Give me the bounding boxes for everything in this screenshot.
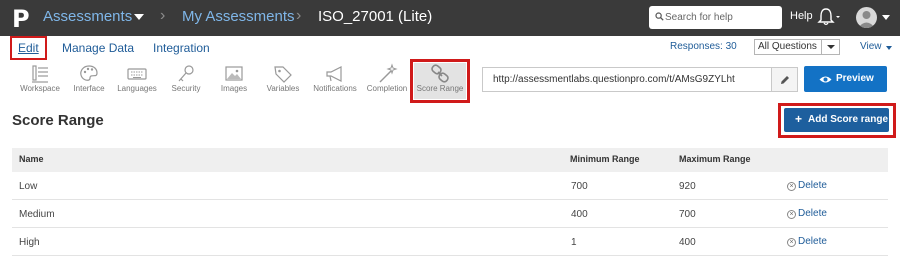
app-logo[interactable]: P [12,5,30,33]
toolbar-images[interactable]: Images [216,60,252,102]
delete-label: Delete [798,180,827,191]
table-header: Name Minimum Range Maximum Range [12,148,888,172]
delete-button[interactable]: × Delete [787,236,827,247]
question-filter-value: All Questions [758,41,817,52]
chevron-down-icon[interactable] [886,46,892,50]
close-icon: × [787,210,796,219]
column-header-name: Name [19,154,44,164]
toolbar-completion[interactable]: Completion [364,60,410,102]
tab-integration[interactable]: Integration [153,41,210,55]
chevron-down-icon[interactable] [882,15,890,21]
add-score-range-button[interactable]: + Add Score range [784,108,889,132]
row-max: 920 [679,181,696,192]
toolbar-interface[interactable]: Interface [70,60,108,102]
score-range-highlight [410,59,470,103]
toolbar-label: Notifications [313,84,357,93]
tab-manage-data[interactable]: Manage Data [62,41,134,55]
key-icon [178,65,194,82]
chevron-down-icon[interactable] [134,14,144,20]
column-header-min: Minimum Range [570,154,640,164]
row-name: Medium [19,209,55,220]
row-max: 400 [679,237,696,248]
delete-button[interactable]: × Delete [787,208,827,219]
chevron-down-icon[interactable] [821,40,839,54]
preview-button[interactable]: Preview [804,66,887,92]
responses-count[interactable]: Responses: 30 [670,41,737,52]
help-search-box[interactable] [649,6,782,29]
breadcrumb-assessments[interactable]: Assessments [43,8,132,25]
table-row: Low 700 920 × Delete [12,173,888,200]
breadcrumb-current-survey: ISO_27001 (Lite) [318,8,433,25]
row-min: 1 [571,237,577,248]
image-icon [225,66,243,81]
pencil-icon [781,76,789,84]
row-min: 400 [571,209,588,220]
add-score-range-label: Add Score range [808,114,889,125]
toolbar-label: Workspace [20,84,60,93]
avatar[interactable] [856,7,877,28]
page-title: Score Range [12,112,104,129]
row-min: 700 [571,181,588,192]
row-name: Low [19,181,38,192]
user-icon [858,11,875,28]
toolbar-variables[interactable]: Variables [262,60,304,102]
breadcrumb-separator-icon: › [296,7,302,24]
toolbar-workspace[interactable]: Workspace [18,60,62,102]
wand-icon [379,63,398,83]
edit-url-button[interactable] [771,67,798,92]
keyboard-icon [127,68,147,80]
help-link[interactable]: Help [790,10,813,22]
survey-url-field[interactable]: http://assessmentlabs.questionpro.com/t/… [482,67,772,92]
toolbar-label: Images [220,84,248,93]
tag-icon [274,66,292,83]
delete-label: Delete [798,236,827,247]
toolbar-label: Completion [366,84,408,93]
question-filter-select[interactable]: All Questions [754,39,840,55]
row-max: 700 [679,209,696,220]
breadcrumb-separator-icon: › [160,7,166,24]
top-bar: P Assessments › My Assessments › ISO_270… [0,0,900,36]
eye-icon [819,76,832,83]
delete-label: Delete [798,208,827,219]
megaphone-icon [326,66,342,82]
table-row: Medium 400 700 × Delete [12,201,888,228]
edit-tab-highlight [10,36,47,60]
row-name: High [19,237,40,248]
search-icon [655,12,664,21]
column-header-max: Maximum Range [679,154,751,164]
toolbar-notifications[interactable]: Notifications [310,60,360,102]
bell-icon[interactable] [817,7,841,27]
preview-label: Preview [836,73,874,84]
breadcrumb-my-assessments[interactable]: My Assessments [182,8,295,25]
close-icon: × [787,182,796,191]
close-icon: × [787,238,796,247]
table-row: High 1 400 × Delete [12,229,888,256]
toolbar-languages[interactable]: Languages [114,60,160,102]
search-input[interactable] [665,8,779,27]
view-menu[interactable]: View [860,41,882,52]
workspace-icon [32,65,48,83]
toolbar-security[interactable]: Security [166,60,206,102]
toolbar-label: Interface [73,84,105,93]
plus-icon: + [795,112,803,126]
toolbar-label: Security [171,84,201,93]
toolbar-label: Languages [117,84,157,93]
delete-button[interactable]: × Delete [787,180,827,191]
palette-icon [80,65,98,81]
toolbar-label: Variables [266,84,300,93]
